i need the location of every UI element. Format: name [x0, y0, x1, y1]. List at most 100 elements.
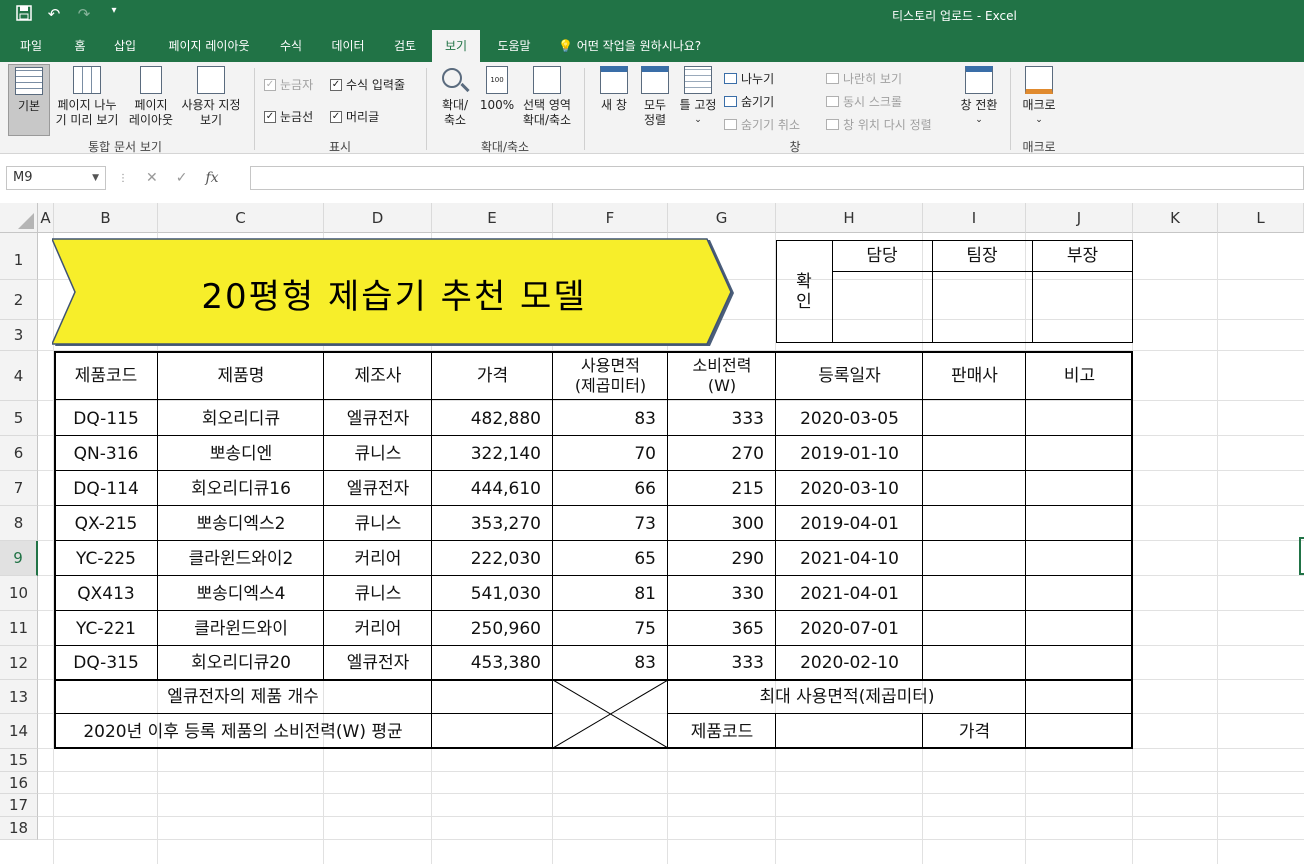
row-header-4[interactable]: 4 [0, 351, 38, 401]
summary-value-cell[interactable] [432, 714, 553, 749]
data-cell[interactable]: 큐니스 [324, 506, 432, 541]
data-cell[interactable]: 엘큐전자 [324, 646, 432, 680]
tab-page-layout[interactable]: 페이지 레이아웃 [154, 30, 264, 62]
data-cell[interactable]: 444,610 [432, 471, 553, 506]
data-cell[interactable]: 215 [668, 471, 776, 506]
tab-insert[interactable]: 삽입 [104, 30, 146, 62]
data-cell[interactable]: 330 [668, 576, 776, 611]
approval-staff-sign-cell[interactable] [832, 271, 932, 343]
data-cell[interactable] [923, 471, 1026, 506]
data-cell[interactable]: 뽀송디엑스4 [158, 576, 324, 611]
column-header-J[interactable]: J [1026, 203, 1133, 233]
row-header-1[interactable]: 1 [0, 233, 38, 280]
data-cell[interactable]: 70 [553, 436, 668, 471]
column-header-C[interactable]: C [158, 203, 324, 233]
data-cell[interactable]: 81 [553, 576, 668, 611]
data-cell[interactable]: 333 [668, 646, 776, 680]
header-cell[interactable]: 제조사 [324, 352, 432, 400]
formula-bar-checkbox[interactable]: ✓ 수식 입력줄 [330, 76, 405, 93]
data-cell[interactable]: 300 [668, 506, 776, 541]
data-cell[interactable] [1026, 436, 1133, 471]
data-cell[interactable] [923, 611, 1026, 646]
header-cell[interactable]: 사용면적 (제곱미터) [553, 352, 668, 400]
tab-data[interactable]: 데이터 [320, 30, 376, 62]
row-header-2[interactable]: 2 [0, 280, 38, 320]
data-cell[interactable]: 541,030 [432, 576, 553, 611]
undo-icon[interactable]: ↶ [44, 5, 64, 25]
tab-review[interactable]: 검토 [382, 30, 428, 62]
customize-qat-icon[interactable]: ▾ [104, 5, 124, 25]
headings-checkbox[interactable]: ✓ 머리글 [330, 108, 379, 125]
enter-icon[interactable]: ✓ [176, 170, 188, 186]
data-cell[interactable]: 큐니스 [324, 436, 432, 471]
tab-formulas[interactable]: 수식 [268, 30, 314, 62]
data-cell[interactable]: 2020-03-05 [776, 401, 923, 436]
data-cell[interactable]: 75 [553, 611, 668, 646]
data-cell[interactable]: 클라윈드와이 [158, 611, 324, 646]
summary-label-cell[interactable]: 엘큐전자의 제품 개수 [54, 680, 432, 714]
price-label-cell[interactable]: 가격 [923, 714, 1026, 749]
row-header-10[interactable]: 10 [0, 576, 38, 611]
redo-icon[interactable]: ↷ [74, 5, 94, 25]
column-header-K[interactable]: K [1133, 203, 1218, 233]
data-cell[interactable]: 222,030 [432, 541, 553, 576]
data-cell[interactable] [923, 576, 1026, 611]
row-header-8[interactable]: 8 [0, 506, 38, 541]
chevron-down-icon[interactable]: ▼ [92, 167, 99, 189]
data-cell[interactable]: DQ-315 [54, 646, 158, 680]
data-cell[interactable]: 엘큐전자 [324, 471, 432, 506]
column-header-L[interactable]: L [1218, 203, 1304, 233]
tab-view[interactable]: 보기 [432, 30, 480, 62]
data-cell[interactable]: 333 [668, 401, 776, 436]
data-cell[interactable] [1026, 576, 1133, 611]
data-cell[interactable]: YC-225 [54, 541, 158, 576]
data-cell[interactable]: 2021-04-01 [776, 576, 923, 611]
zoom-button[interactable]: 확대/ 축소 [434, 64, 476, 136]
data-cell[interactable]: 73 [553, 506, 668, 541]
split-button[interactable]: 나누기 [724, 70, 774, 87]
row-header-7[interactable]: 7 [0, 471, 38, 506]
header-cell[interactable]: 제품코드 [54, 352, 158, 400]
data-cell[interactable]: 2021-04-10 [776, 541, 923, 576]
data-cell[interactable]: 365 [668, 611, 776, 646]
data-cell[interactable] [1026, 471, 1133, 506]
worksheet[interactable]: ABCDEFGHIJKL 1 2 3 4 5 6 7 8 9 10 11 12 13 14 15 16 17 18… [0, 198, 1304, 864]
max-area-label-cell[interactable]: 최대 사용면적(제곱미터) [668, 680, 1026, 714]
data-cell[interactable]: 2019-01-10 [776, 436, 923, 471]
page-layout-view-button[interactable]: 페이지 레이아웃 [126, 64, 176, 136]
column-header-G[interactable]: G [668, 203, 776, 233]
data-cell[interactable]: 453,380 [432, 646, 553, 680]
column-header-E[interactable]: E [432, 203, 553, 233]
approval-team-lead-sign-cell[interactable] [932, 271, 1032, 343]
column-header-B[interactable]: B [54, 203, 158, 233]
data-cell[interactable]: 2020-07-01 [776, 611, 923, 646]
data-cell[interactable]: 2020-03-10 [776, 471, 923, 506]
data-cell[interactable]: QX-215 [54, 506, 158, 541]
data-cell[interactable] [923, 541, 1026, 576]
row-header-9[interactable]: 9 [0, 541, 38, 576]
normal-view-button[interactable]: 기본 [8, 64, 50, 136]
ruler-checkbox[interactable]: ✓ 눈금자 [264, 76, 313, 93]
approval-manager-cell[interactable]: 부장 [1032, 240, 1133, 271]
header-cell[interactable]: 판매사 [923, 352, 1026, 400]
data-cell[interactable] [923, 436, 1026, 471]
data-cell[interactable]: 65 [553, 541, 668, 576]
data-cell[interactable]: 클라윈드와이2 [158, 541, 324, 576]
row-header-17[interactable]: 17 [0, 794, 38, 817]
header-cell[interactable]: 제품명 [158, 352, 324, 400]
data-cell[interactable]: 회오리디큐 [158, 401, 324, 436]
column-header-I[interactable]: I [923, 203, 1026, 233]
data-cell[interactable]: 290 [668, 541, 776, 576]
cancel-icon[interactable]: ✕ [146, 170, 158, 186]
data-cell[interactable]: 322,140 [432, 436, 553, 471]
column-header-H[interactable]: H [776, 203, 923, 233]
approval-manager-sign-cell[interactable] [1032, 271, 1133, 343]
data-cell[interactable]: 뽀송디엑스2 [158, 506, 324, 541]
tab-file[interactable]: 파일 [8, 30, 54, 62]
custom-views-button[interactable]: 사용자 지정 보기 [178, 64, 244, 136]
formula-input[interactable] [250, 166, 1304, 190]
row-header-11[interactable]: 11 [0, 611, 38, 646]
select-all-corner[interactable] [0, 203, 38, 233]
data-cell[interactable]: 353,270 [432, 506, 553, 541]
header-cell[interactable]: 가격 [432, 352, 553, 400]
